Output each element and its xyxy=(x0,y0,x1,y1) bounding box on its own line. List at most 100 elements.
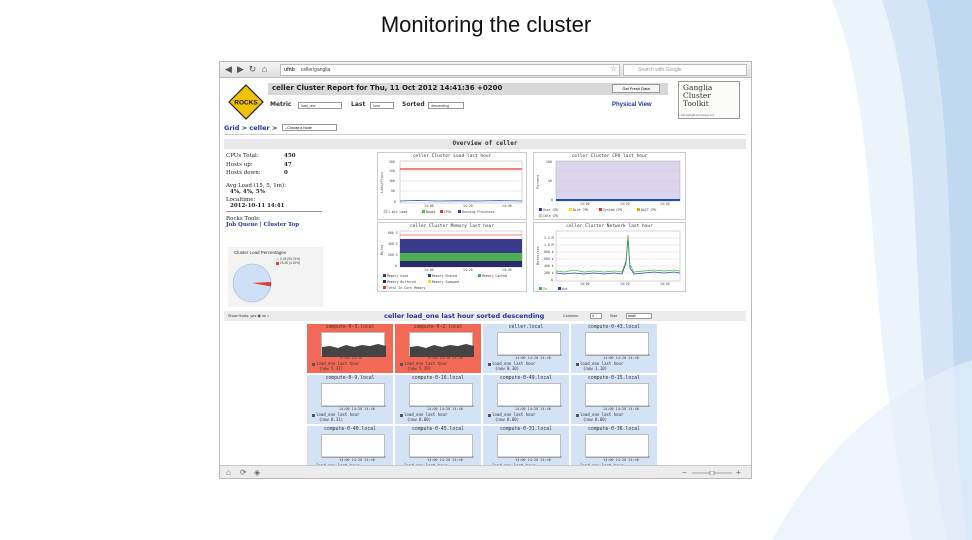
url-host: ufnb xyxy=(284,67,295,73)
forward-icon[interactable]: ▶ xyxy=(235,64,246,75)
size-select[interactable]: small xyxy=(626,313,652,319)
x-tick: 14:00 xyxy=(424,268,434,272)
legend-item: Idle CPU xyxy=(543,214,558,218)
host-x-ticks: 14:00 14:20 14:40 xyxy=(339,407,375,411)
host-view-toolbar: Show Hosts: yes ◉ no ○ celler load_one l… xyxy=(224,311,746,321)
host-card[interactable]: compute-0-49.local 14:00 14:20 14:40 load_… xyxy=(483,375,569,424)
last-label: Last xyxy=(351,101,366,108)
y-tick: 400 G xyxy=(388,242,398,246)
host-load-plot xyxy=(321,332,386,357)
cluster-cpu-graph[interactable]: celler Cluster CPU last hour Percent 100… xyxy=(533,152,686,220)
host-load-sparkline xyxy=(586,456,650,458)
cluster-memory-graph[interactable]: celler Cluster Memory last hour Bytes 60… xyxy=(377,222,527,292)
y-tick: 150 xyxy=(389,169,395,173)
show-hosts-toggle[interactable]: Show Hosts: yes ◉ no ○ xyxy=(228,312,269,320)
cluster-top-link[interactable]: Cluster Top xyxy=(264,222,299,228)
legend-item: Memory Shared xyxy=(432,274,457,278)
cluster-network-graph[interactable]: celler Cluster Network last hour Bytes/s… xyxy=(533,222,686,292)
sync-icon[interactable]: ⟳ xyxy=(240,468,247,477)
get-fresh-data-button[interactable]: Get Fresh Data xyxy=(612,84,660,93)
sorted-select[interactable]: descending xyxy=(428,102,464,109)
graph-ylabel: Bytes xyxy=(380,244,384,255)
physical-view-link[interactable]: Physical View xyxy=(612,102,652,108)
status-bar: ⌂ ⟳ ◈ − + xyxy=(220,465,751,478)
zoom-out-icon[interactable]: − xyxy=(682,468,687,477)
legend-swatch xyxy=(488,413,491,417)
cluster-cpu-plot: Percent 100500 14:00 14:20 14:40 User CPU … xyxy=(536,160,681,218)
graph-ylabel: Bytes/sec xyxy=(536,246,540,265)
url-bar[interactable]: ufnb celler/ganglia xyxy=(280,64,620,76)
addon-icon[interactable]: ⌂ xyxy=(226,468,231,477)
bookmark-star-icon[interactable]: ☆ xyxy=(610,64,617,73)
cluster-load-plot: Load/Procs 200150100500 14:00 14:20 14:40 … xyxy=(380,160,523,214)
host-load-plot xyxy=(497,332,562,356)
host-now-value: (now 1.10) xyxy=(583,366,608,371)
last-select[interactable]: hour xyxy=(370,102,394,109)
legend-item: WAIT CPU xyxy=(641,208,656,212)
home-icon[interactable]: ⌂ xyxy=(259,64,270,75)
host-load-sparkline xyxy=(498,354,562,356)
host-grid: compute-0-3.local 14:00 14:20 load_one las… xyxy=(307,324,659,475)
graph-ylabel: Percent xyxy=(536,174,540,189)
job-queue-link[interactable]: Job Queue xyxy=(226,222,258,228)
legend-item: Memory Cached xyxy=(482,274,507,278)
y-tick: 400 k xyxy=(544,264,554,268)
host-now-value: (now 0.31) xyxy=(319,417,344,422)
host-x-ticks: 14:00 14:20 14:40 xyxy=(427,356,463,360)
stats-divider xyxy=(226,210,322,212)
x-tick: 14:00 xyxy=(424,204,434,208)
host-load-sparkline xyxy=(498,405,562,407)
legend-item: Memory Swapped xyxy=(432,280,459,284)
host-card[interactable]: compute-0-15.local 14:00 14:20 14:40 load_… xyxy=(571,375,657,424)
legend-item: System CPU xyxy=(603,208,622,212)
back-icon[interactable]: ◀ xyxy=(223,64,234,75)
hosts-up-row: Hosts up: 47 xyxy=(226,162,326,171)
legend-item: Out xyxy=(562,287,568,291)
host-x-ticks: 14:00 14:20 14:40 xyxy=(515,356,551,360)
metric-select[interactable]: load_one xyxy=(298,102,342,109)
pie-graphic xyxy=(232,263,272,303)
host-x-ticks: 14:00 14:20 14:40 xyxy=(515,407,551,411)
legend-swatch xyxy=(400,413,403,417)
y-tick: 100 xyxy=(389,179,395,183)
graph-ylabel: Load/Procs xyxy=(380,172,384,193)
x-tick: 14:40 xyxy=(502,268,512,272)
ganglia-logo[interactable]: Ganglia Cluster Toolkit http://ganglia.s… xyxy=(678,81,740,119)
host-card[interactable]: compute-0-43.local 14:00 14:20 14:40 load_… xyxy=(571,324,657,373)
x-tick: 14:40 xyxy=(660,202,670,206)
breadcrumb[interactable]: Grid > celler > xyxy=(224,124,277,132)
host-x-ticks: 14:00 14:20 14:40 xyxy=(427,407,463,411)
legend-item: User CPU xyxy=(543,208,558,212)
x-tick: 14:20 xyxy=(463,204,473,208)
search-input[interactable]: Search with Google xyxy=(623,64,747,76)
host-load-sparkline xyxy=(410,405,474,407)
reload-icon[interactable]: ↻ xyxy=(247,64,258,75)
host-name: compute-0-2.local xyxy=(413,325,463,330)
rocks-tool-links: Job Queue | Cluster Top xyxy=(226,221,300,228)
load-pie-chart[interactable]: Cluster Load Percentages 0-25 (95.74%) 2… xyxy=(228,247,323,307)
hosts-up-value: 47 xyxy=(284,161,292,168)
host-load-plot xyxy=(409,383,474,407)
host-x-ticks: 14:00 14:20 14:40 xyxy=(603,356,639,360)
cluster-load-graph[interactable]: celler Cluster Load last hour Load/Procs… xyxy=(377,152,527,220)
host-now-value: (now 5.29) xyxy=(407,366,432,371)
host-name: compute-0-36.local xyxy=(588,427,640,432)
host-now-value: (now 0.00) xyxy=(495,417,520,422)
cpus-value: 450 xyxy=(284,153,296,159)
host-name: compute-0-43.local xyxy=(588,325,640,330)
legend-swatch xyxy=(400,362,403,366)
columns-select[interactable]: 4 xyxy=(590,313,602,319)
host-card[interactable]: celler.local 14:00 14:20 14:40 load_one la… xyxy=(483,324,569,373)
node-select[interactable]: --Choose a Node xyxy=(282,124,337,131)
columns-label: Columns xyxy=(563,314,578,318)
zoom-in-icon[interactable]: + xyxy=(736,468,741,477)
zoom-slider[interactable] xyxy=(692,471,732,475)
y-tick: 50 xyxy=(548,179,552,183)
host-card[interactable]: compute-0-3.local 14:00 14:20 load_one las… xyxy=(307,324,393,373)
legend-item: CPUs xyxy=(444,210,452,214)
shield-icon[interactable]: ◈ xyxy=(254,468,260,477)
host-card[interactable]: compute-0-16.local 14:00 14:20 14:40 load_… xyxy=(395,375,481,424)
host-card[interactable]: compute-0-9.local 14:00 14:20 14:40 load_o… xyxy=(307,375,393,424)
host-card[interactable]: compute-0-2.local 14:00 14:20 14:40 load_o… xyxy=(395,324,481,373)
legend-swatch xyxy=(312,362,315,366)
